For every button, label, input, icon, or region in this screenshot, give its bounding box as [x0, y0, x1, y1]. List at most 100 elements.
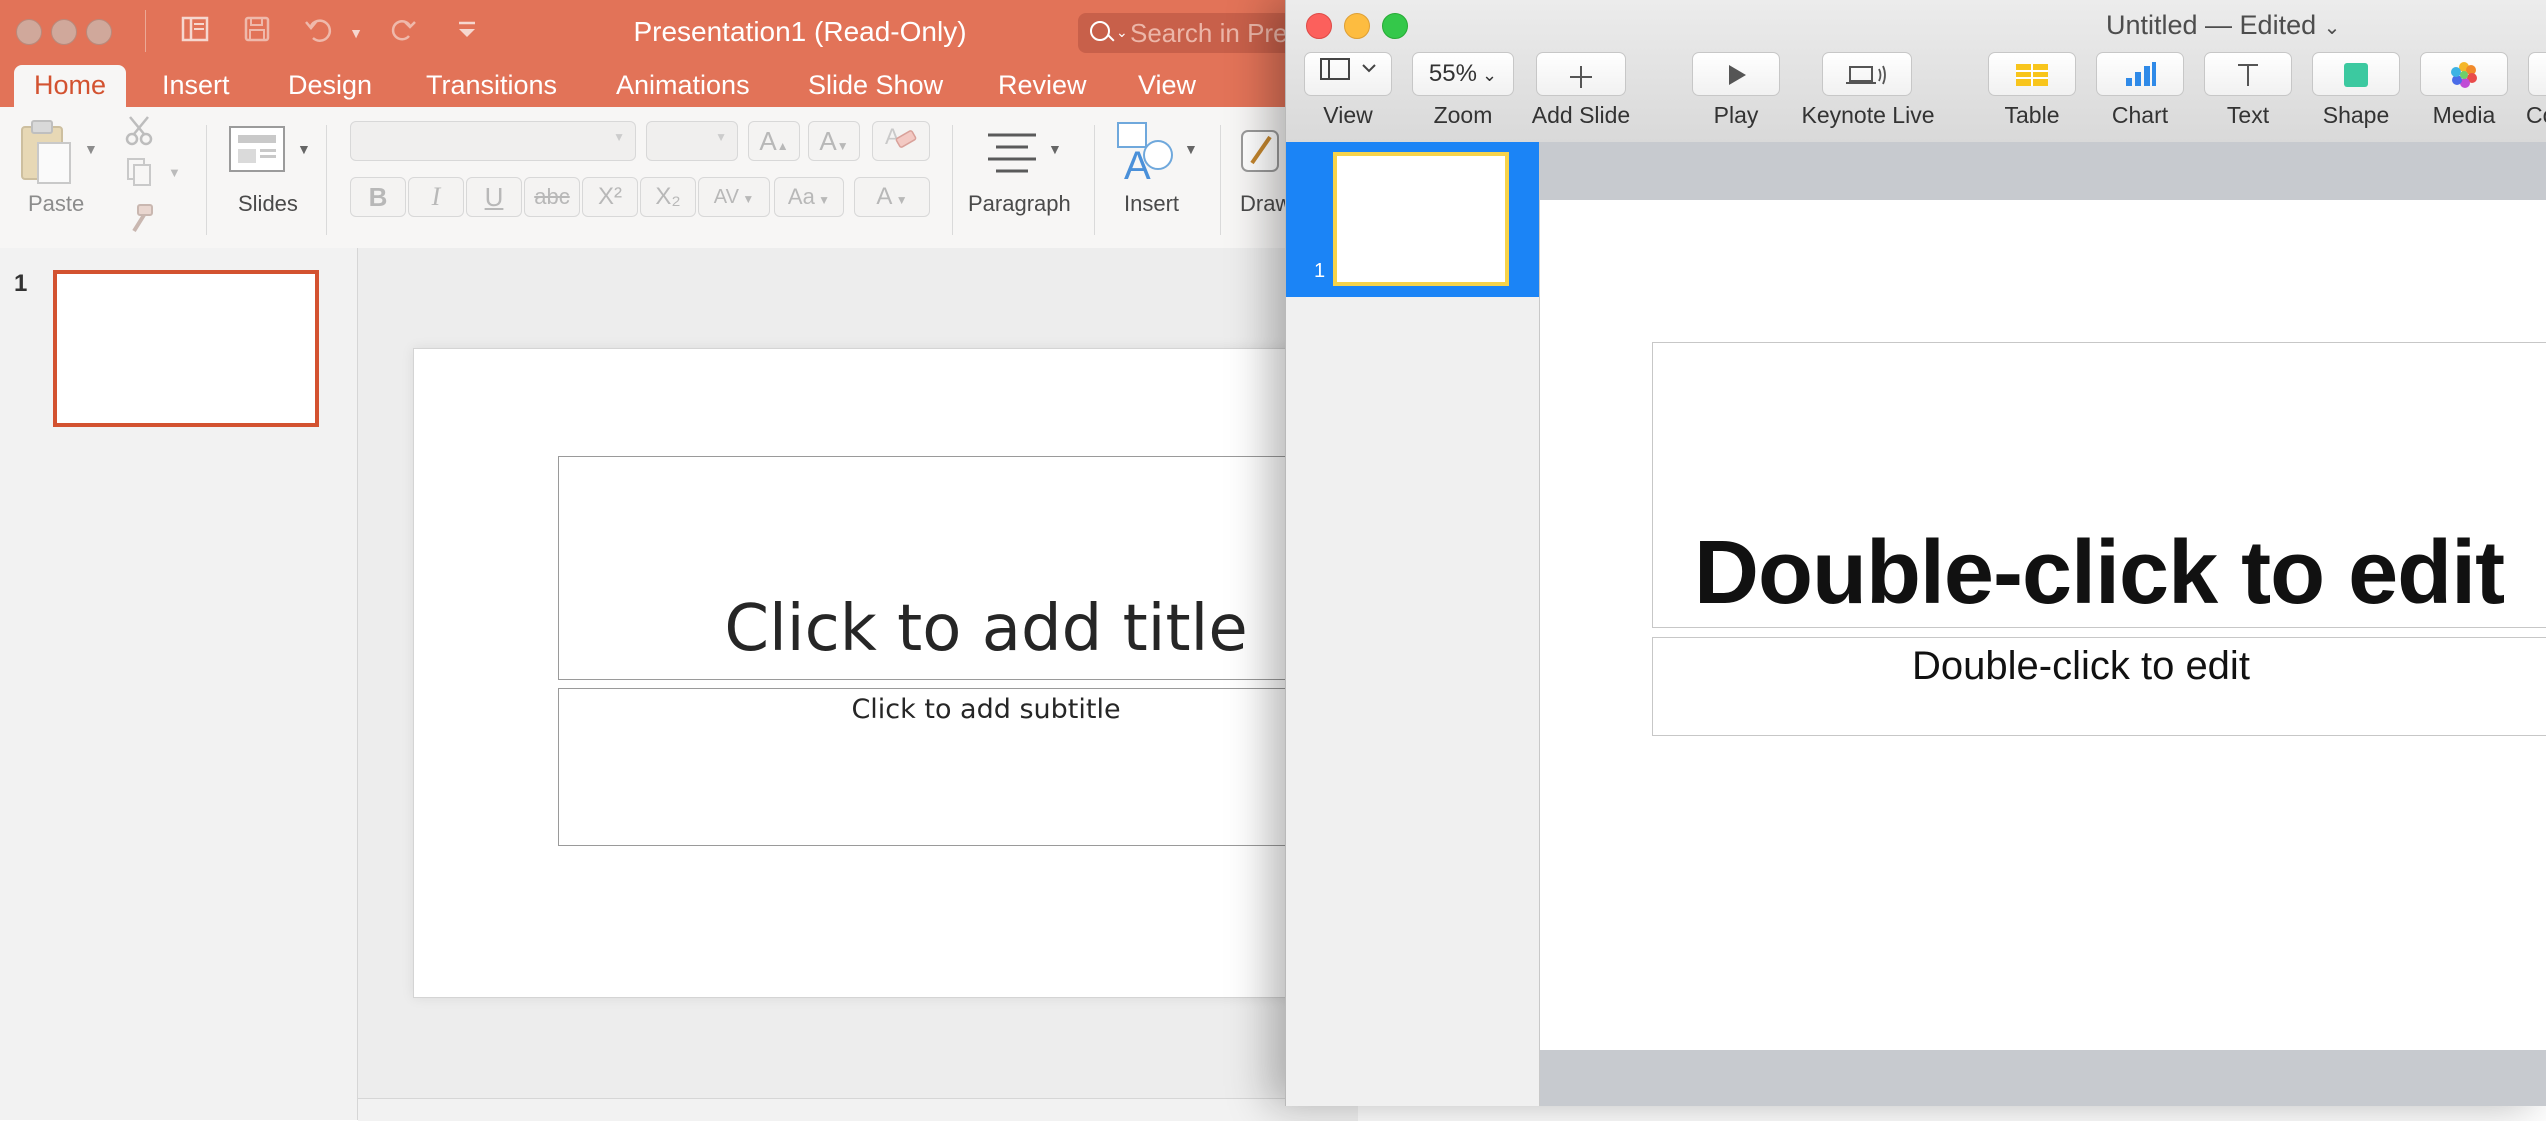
superscript-button[interactable]: X²	[582, 177, 638, 217]
shape-button[interactable]	[2312, 52, 2400, 96]
play-button[interactable]	[1692, 52, 1780, 96]
view-label: View	[1323, 102, 1373, 128]
chevron-down-icon: ▼	[814, 193, 831, 207]
grow-font-button[interactable]: A▲	[748, 121, 800, 161]
paste-icon[interactable]	[16, 117, 76, 192]
slides-label: Slides	[238, 191, 298, 216]
ribbon-separator	[326, 125, 327, 235]
slide-thumbnail[interactable]	[53, 270, 319, 427]
new-slide-icon[interactable]	[228, 125, 286, 180]
sidebar-toggle-icon[interactable]	[178, 14, 212, 52]
italic-button[interactable]: I	[408, 177, 464, 217]
zoom-label: Zoom	[1433, 102, 1493, 128]
save-icon[interactable]	[240, 14, 274, 52]
slides-dropdown-icon[interactable]: ▼	[297, 141, 311, 157]
title-placeholder[interactable]: Double-click to edit	[1652, 522, 2546, 625]
clear-formatting-button[interactable]: A	[872, 121, 930, 161]
ribbon-separator	[206, 125, 207, 235]
character-spacing-button[interactable]: AV ▼	[698, 177, 770, 217]
slide-thumbnail[interactable]	[1333, 152, 1509, 286]
chevron-down-icon: ⌄	[1476, 65, 1498, 85]
undo-icon[interactable]	[300, 14, 340, 52]
draw-icon[interactable]	[1240, 127, 1280, 178]
add-slide-button[interactable]	[1536, 52, 1626, 96]
ribbon-separator	[1094, 125, 1095, 235]
titlebar-divider	[145, 10, 146, 52]
table-label: Table	[2004, 102, 2060, 128]
insert-shapes-icon[interactable]: A	[1114, 119, 1178, 188]
insert-dropdown-icon[interactable]: ▼	[1184, 141, 1198, 157]
paragraph-label: Paragraph	[968, 191, 1071, 216]
insert-label: Insert	[1124, 191, 1180, 216]
font-color-button[interactable]: A ▼	[854, 177, 930, 217]
media-button[interactable]	[2420, 52, 2508, 96]
window-title[interactable]: Untitled — Edited ⌄	[2106, 10, 2340, 41]
copy-icon[interactable]	[124, 157, 158, 192]
zoom-select[interactable]: 55% ⌄	[1412, 52, 1514, 96]
minimize-window-button[interactable]	[51, 19, 77, 45]
paste-dropdown-icon[interactable]: ▼	[84, 141, 98, 157]
font-size-field[interactable]: ▼	[646, 121, 738, 161]
paragraph-icon[interactable]	[984, 127, 1040, 178]
strikethrough-button[interactable]: abc	[524, 177, 580, 217]
text-icon	[2238, 63, 2258, 86]
shape-label: Shape	[2322, 102, 2390, 128]
tab-review[interactable]: Review	[978, 65, 1107, 107]
media-icon	[2451, 61, 2477, 88]
svg-text:A: A	[1124, 144, 1151, 183]
tab-insert[interactable]: Insert	[142, 65, 250, 107]
svg-text:A: A	[885, 124, 900, 149]
shrink-font-label: A	[819, 126, 837, 156]
change-case-button[interactable]: Aa ▼	[774, 177, 844, 217]
selected-slide-row[interactable]: 1	[1286, 142, 1539, 297]
add-slide-label: Add Slide	[1531, 102, 1631, 128]
media-label: Media	[2432, 102, 2496, 128]
keynote-window: Untitled — Edited ⌄ View 55% ⌄ Zoom Add …	[1285, 0, 2546, 1106]
status-bar	[358, 1098, 1358, 1121]
keynote-toolbar: Untitled — Edited ⌄ View 55% ⌄ Zoom Add …	[1286, 0, 2546, 143]
underline-button[interactable]: U	[466, 177, 522, 217]
thumbnail-number: 1	[1314, 260, 1326, 282]
shrink-font-button[interactable]: A▼	[808, 121, 860, 161]
tab-transitions[interactable]: Transitions	[406, 65, 577, 107]
zoom-window-button[interactable]	[86, 19, 112, 45]
subscript-button[interactable]: X₂	[640, 177, 696, 217]
tab-animations[interactable]: Animations	[596, 65, 770, 107]
close-window-button[interactable]	[1306, 13, 1332, 39]
format-painter-icon[interactable]	[124, 203, 158, 242]
tab-view[interactable]: View	[1118, 65, 1216, 107]
ribbon-separator	[952, 125, 953, 235]
paragraph-dropdown-icon[interactable]: ▼	[1048, 141, 1062, 157]
customize-toolbar-icon[interactable]	[450, 14, 484, 52]
comment-label: Co	[2526, 102, 2546, 128]
close-window-button[interactable]	[16, 19, 42, 45]
view-button[interactable]	[1304, 52, 1392, 96]
copy-dropdown-icon[interactable]: ▼	[168, 165, 181, 180]
subtitle-placeholder[interactable]: Double-click to edit	[1652, 644, 2546, 689]
bold-button[interactable]: B	[350, 177, 406, 217]
minimize-window-button[interactable]	[1344, 13, 1370, 39]
search-icon	[1090, 21, 1110, 41]
paste-label: Paste	[28, 191, 85, 216]
keynote-live-button[interactable]	[1822, 52, 1912, 96]
table-button[interactable]	[1988, 52, 2076, 96]
window-title: Presentation1 (Read-Only)	[633, 16, 967, 47]
table-icon	[2016, 63, 2048, 86]
redo-icon[interactable]	[386, 14, 420, 52]
chevron-down-icon: ⌄	[2323, 17, 2341, 39]
undo-dropdown-icon[interactable]: ▼	[346, 14, 366, 52]
font-name-field[interactable]: ▼	[350, 121, 636, 161]
zoom-window-button[interactable]	[1382, 13, 1408, 39]
shape-icon	[2344, 62, 2368, 87]
sidebar-icon	[1320, 58, 1376, 80]
tab-home[interactable]: Home	[14, 65, 127, 107]
caret-up-icon: ▲	[776, 139, 789, 153]
chart-button[interactable]	[2096, 52, 2184, 96]
tab-slide-show[interactable]: Slide Show	[788, 65, 963, 107]
text-button[interactable]	[2204, 52, 2292, 96]
cut-icon[interactable]	[122, 113, 156, 152]
comment-button[interactable]	[2528, 52, 2546, 96]
tab-design[interactable]: Design	[268, 65, 392, 107]
slide-thumbnail-pane: 1	[0, 248, 358, 1120]
keynote-live-icon	[1846, 65, 1886, 85]
